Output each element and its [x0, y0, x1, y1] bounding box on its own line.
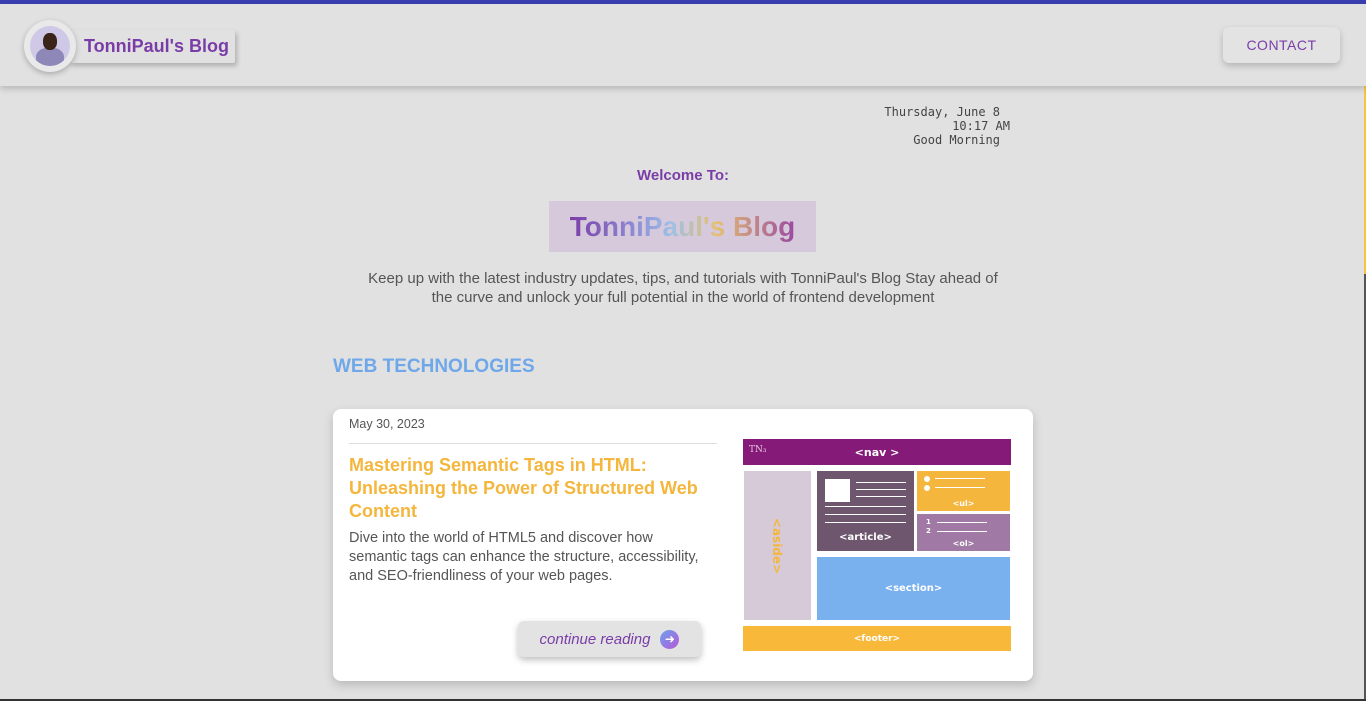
diagram-line: [935, 478, 985, 479]
diagram-line: [935, 487, 985, 488]
diagram-line: [856, 489, 906, 490]
diagram-line: [937, 531, 987, 532]
post-card: May 30, 2023 Mastering Semantic Tags in …: [333, 409, 1033, 681]
diagram-aside-block: <aside>: [744, 471, 811, 620]
diagram-line: [856, 496, 906, 497]
contact-button[interactable]: CONTACT: [1223, 27, 1340, 63]
diagram-article-label: <article>: [839, 532, 892, 543]
navbar: TonniPaul's Blog CONTACT: [0, 4, 1366, 86]
diagram-bullet: [924, 476, 930, 482]
continue-reading-button[interactable]: continue reading ➜: [518, 621, 701, 657]
clock-widget: Thursday, June 8 10:17 AM Good Morning: [860, 105, 1010, 147]
diagram-ol-number: 2: [926, 527, 931, 535]
diagram-ul-label: <ul>: [952, 499, 975, 508]
diagram-ol-block: 1 2 <ol>: [917, 514, 1010, 551]
diagram-line: [825, 514, 906, 515]
post-thumbnail[interactable]: TN₃ <nav > <aside> <article> <ul> 1 2 <o…: [741, 437, 1013, 653]
diagram-line: [825, 522, 906, 523]
brand[interactable]: TonniPaul's Blog: [24, 20, 235, 72]
diagram-ol-label: <ol>: [952, 539, 975, 548]
diagram-footer-block: <footer>: [743, 626, 1011, 651]
hero-title-box: TonniPaul's Blog: [549, 201, 816, 252]
brand-name[interactable]: TonniPaul's Blog: [70, 29, 235, 63]
post-divider: [349, 443, 717, 444]
avatar-photo: [30, 26, 70, 66]
avatar-head: [43, 33, 57, 50]
welcome-text: Welcome To:: [637, 167, 729, 184]
diagram-footer-label: <footer>: [853, 633, 901, 644]
section-title: WEB TECHNOLOGIES: [333, 356, 535, 377]
post-date: May 30, 2023: [349, 417, 425, 431]
arrow-right-icon: ➜: [660, 629, 680, 649]
diagram-section-label: <section>: [884, 583, 943, 594]
hero-title: TonniPaul's Blog: [569, 210, 796, 242]
diagram-nav-label: <nav >: [854, 445, 900, 459]
diagram-bullet: [924, 485, 930, 491]
diagram-nav-block: TN₃ <nav >: [743, 439, 1011, 465]
diagram-section-block: <section>: [817, 557, 1010, 620]
clock-greeting: Good Morning: [913, 133, 1000, 147]
diagram-line: [856, 482, 906, 483]
avatar-shirt: [36, 48, 64, 66]
continue-reading-label: continue reading: [539, 630, 651, 648]
hero-tagline: Keep up with the latest industry updates…: [368, 270, 998, 306]
post-title[interactable]: Mastering Semantic Tags in HTML: Unleash…: [349, 454, 719, 523]
avatar[interactable]: [24, 20, 76, 72]
clock-time: 10:17 AM: [952, 119, 1010, 133]
diagram-ul-block: <ul>: [917, 471, 1010, 511]
post-excerpt: Dive into the world of HTML5 and discove…: [349, 530, 699, 584]
diagram-ol-number: 1: [926, 518, 931, 526]
clock-date: Thursday, June 8: [884, 105, 1000, 119]
diagram-logo: TN₃: [749, 445, 767, 455]
diagram-article-block: <article>: [817, 471, 914, 551]
diagram-line: [937, 522, 987, 523]
diagram-aside-label: <aside>: [770, 517, 785, 574]
diagram-line: [825, 506, 906, 507]
diagram-article-image: [825, 479, 850, 502]
